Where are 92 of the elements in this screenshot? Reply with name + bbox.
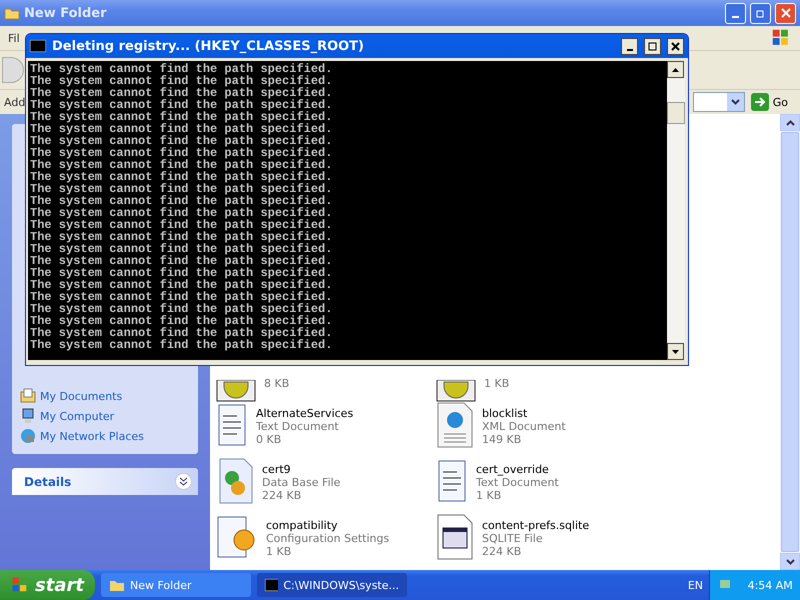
console-line: The system cannot find the path specified. — [30, 195, 334, 207]
computer-icon — [20, 408, 36, 424]
console-line: The system cannot find the path specified. — [30, 111, 334, 123]
address-label: Add — [4, 96, 26, 108]
file-type: SQLITE File — [482, 532, 544, 545]
start-button[interactable]: start — [0, 570, 95, 600]
place-link[interactable]: My Computer — [20, 408, 190, 424]
file-type: Text Document — [476, 476, 559, 489]
dropdown-button[interactable] — [726, 93, 744, 111]
details-title: Details — [24, 474, 72, 488]
console-line: The system cannot find the path specified. — [30, 63, 334, 75]
file-name[interactable]: cert_override — [476, 463, 559, 476]
double-chevron-icon — [179, 477, 188, 486]
go-button[interactable]: Go — [750, 93, 796, 111]
console-line: The system cannot find the path specified. — [30, 303, 334, 315]
console-line: The system cannot find the path specified. — [30, 315, 334, 327]
console-line: The system cannot find the path specified. — [30, 99, 334, 111]
file-size: 149 KB — [482, 433, 522, 446]
console-line: The system cannot find the path specified. — [30, 75, 334, 87]
console-line: The system cannot find the path specified. — [30, 183, 334, 195]
scroll-thumb[interactable] — [781, 132, 799, 552]
documents-folder-icon — [20, 388, 36, 404]
language-indicator[interactable]: EN — [688, 578, 703, 592]
file-size: 0 KB — [256, 433, 282, 446]
file-size: 224 KB — [262, 489, 302, 502]
notepad-icon — [216, 402, 248, 448]
console-line: The system cannot find the path specified. — [30, 339, 334, 351]
globe-document-icon — [436, 402, 474, 448]
restore-button[interactable] — [750, 2, 771, 24]
clock: 4:54 AM — [748, 578, 793, 592]
console-line: The system cannot find the path specified. — [30, 171, 334, 183]
console-line: The system cannot find the path specified. — [30, 267, 334, 279]
scroll-up-button[interactable] — [667, 61, 684, 78]
console-line: The system cannot find the path specified. — [30, 135, 334, 147]
file-size: 1 KB — [476, 489, 502, 502]
chevron-up-icon — [786, 120, 794, 126]
minimize-button[interactable] — [621, 38, 638, 54]
place-link[interactable]: My Documents — [20, 388, 190, 404]
taskbar-button[interactable]: New Folder — [101, 573, 251, 597]
notepad-icon — [436, 458, 468, 504]
file-name[interactable]: compatibility — [266, 519, 390, 532]
close-icon — [671, 42, 680, 50]
file-name[interactable]: content-prefs.sqlite — [482, 519, 590, 532]
triangle-up-icon — [672, 68, 679, 72]
console-line: The system cannot find the path specified. — [30, 327, 334, 339]
taskbar-button[interactable]: C:\WINDOWS\syste... — [257, 573, 407, 597]
menu-item[interactable]: Fil — [8, 32, 20, 44]
console-line: The system cannot find the path specified. — [30, 291, 334, 303]
console-line: The system cannot find the path specified. — [30, 231, 334, 243]
console-line: The system cannot find the path specified. — [30, 159, 334, 171]
folder-icon — [109, 578, 125, 592]
file-type: Configuration Settings — [266, 532, 390, 545]
file-type: Text Document — [256, 420, 340, 433]
close-button[interactable] — [667, 38, 684, 54]
minimize-icon — [626, 49, 632, 51]
file-size: 224 KB — [482, 545, 522, 558]
place-link[interactable]: My Network Places — [20, 428, 190, 444]
arrow-right-icon — [750, 93, 769, 111]
console-title: Deleting registry... (HKEY_CLASSES_ROOT) — [52, 38, 364, 54]
minimize-icon — [732, 16, 739, 18]
file-name[interactable]: cert9 — [262, 463, 340, 476]
file-type: XML Document — [482, 420, 566, 433]
file-size: 1 KB — [266, 545, 292, 558]
window-title: New Folder — [24, 6, 107, 20]
scrollbar[interactable] — [780, 114, 800, 570]
console-line: The system cannot find the path specified. — [30, 147, 334, 159]
console-line: The system cannot find the path specified. — [30, 243, 334, 255]
application-document-icon — [436, 514, 474, 560]
maximize-icon — [648, 42, 657, 50]
restore-icon — [756, 8, 766, 18]
console-line: The system cannot find the path specified. — [30, 123, 334, 135]
chevron-down-icon — [730, 99, 740, 105]
maximize-button[interactable] — [644, 38, 661, 54]
file-type: Data Base File — [262, 476, 340, 489]
console-line: The system cannot find the path specified. — [30, 219, 334, 231]
file-name[interactable]: blocklist — [482, 407, 566, 420]
file-size: 1 KB — [484, 377, 510, 390]
address-field[interactable] — [692, 92, 745, 112]
console-icon — [265, 579, 278, 591]
console-line: The system cannot find the path specified. — [30, 87, 334, 99]
scroll-thumb[interactable] — [667, 102, 685, 124]
expand-button[interactable] — [175, 473, 192, 490]
console-line: The system cannot find the path specified. — [30, 279, 334, 291]
console-line: The system cannot find the path specified. — [30, 207, 334, 219]
close-icon — [780, 8, 790, 18]
triangle-down-icon — [672, 350, 679, 354]
file-size: 8 KB — [264, 377, 290, 390]
console-scrollbar[interactable] — [667, 61, 685, 360]
chevron-down-icon — [786, 558, 794, 564]
scroll-down-button[interactable] — [667, 343, 684, 360]
file-name[interactable]: AlternateServices — [256, 407, 354, 420]
console-line: The system cannot find the path specified. — [30, 255, 334, 267]
